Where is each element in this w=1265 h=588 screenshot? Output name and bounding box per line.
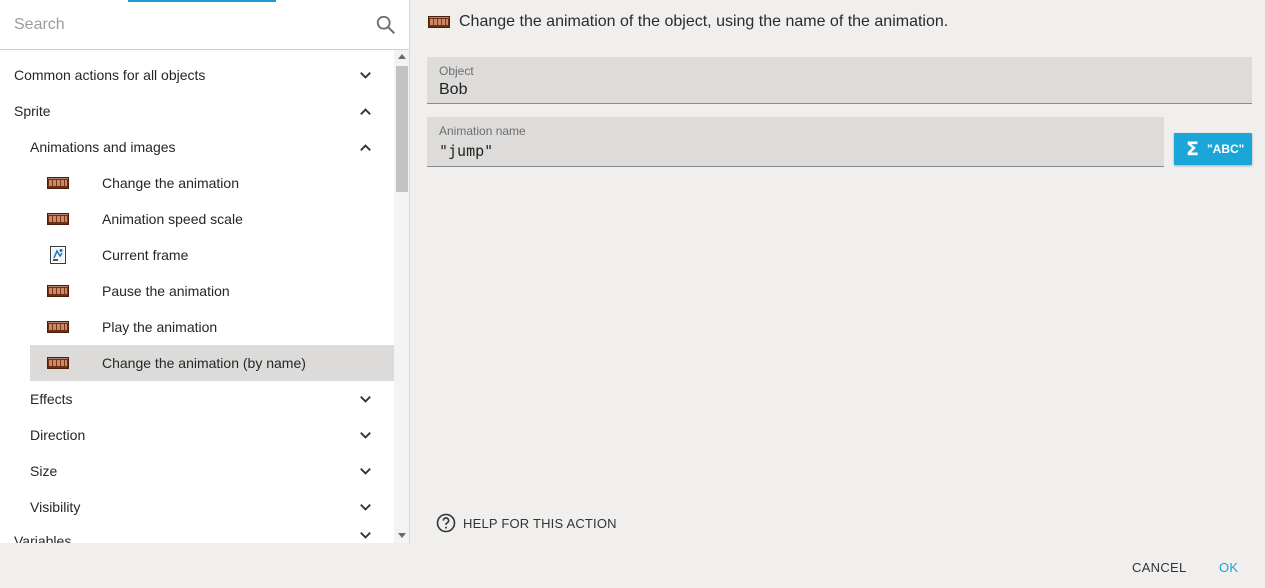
object-field[interactable]: Object Bob bbox=[427, 57, 1252, 104]
tree-group-visibility[interactable]: Visibility bbox=[0, 489, 394, 525]
tree-item-animation-speed-scale[interactable]: Animation speed scale bbox=[0, 201, 394, 237]
chevron-down-icon bbox=[360, 72, 371, 79]
animation-name-value[interactable]: "jump" bbox=[439, 142, 493, 160]
filmstrip-icon bbox=[47, 357, 69, 369]
tree-group-sprite[interactable]: Sprite bbox=[0, 93, 394, 129]
chevron-down-icon bbox=[360, 396, 371, 403]
current-frame-icon bbox=[50, 246, 66, 264]
ok-button[interactable]: OK bbox=[1219, 560, 1238, 575]
tree-group-effects[interactable]: Effects bbox=[0, 381, 394, 417]
animation-name-field[interactable]: Animation name "jump" bbox=[427, 117, 1164, 167]
string-expression-button[interactable]: Σ "ABC" bbox=[1174, 133, 1252, 165]
object-value[interactable]: Bob bbox=[439, 81, 467, 99]
search-icon[interactable] bbox=[375, 14, 397, 36]
tree-group-animations-and-images[interactable]: Animations and images bbox=[0, 129, 394, 165]
scroll-down-arrow-icon[interactable] bbox=[398, 533, 406, 538]
instruction-tree: Common actions for all objects Sprite An… bbox=[0, 57, 394, 543]
search-bar[interactable]: Search bbox=[0, 0, 409, 50]
tree-item-change-animation-by-name[interactable]: Change the animation (by name) bbox=[30, 345, 394, 381]
action-editor-panel: Change the animation of the object, usin… bbox=[411, 0, 1265, 543]
tree-group-common-actions[interactable]: Common actions for all objects bbox=[0, 57, 394, 93]
chevron-down-icon bbox=[360, 432, 371, 439]
filmstrip-icon bbox=[47, 321, 69, 333]
chevron-down-icon bbox=[360, 532, 371, 539]
tree-group-variables[interactable]: Variables bbox=[0, 525, 394, 543]
tree-item-current-frame[interactable]: Current frame bbox=[0, 237, 394, 273]
tree-item-change-animation[interactable]: Change the animation bbox=[0, 165, 394, 201]
dialog-footer: CANCEL OK bbox=[0, 543, 1265, 588]
instruction-list-panel: Search Common actions for all objects Sp… bbox=[0, 0, 410, 543]
chevron-down-icon bbox=[360, 504, 371, 511]
sigma-icon: Σ bbox=[1186, 138, 1199, 160]
chevron-down-icon bbox=[360, 468, 371, 475]
help-button[interactable]: HELP FOR THIS ACTION bbox=[436, 513, 617, 533]
cancel-button[interactable]: CANCEL bbox=[1132, 560, 1187, 575]
filmstrip-icon bbox=[47, 213, 69, 225]
help-circle-icon bbox=[436, 513, 456, 533]
tree-group-direction[interactable]: Direction bbox=[0, 417, 394, 453]
tree-item-pause-animation[interactable]: Pause the animation bbox=[0, 273, 394, 309]
tree-scrollbar[interactable] bbox=[394, 50, 409, 543]
search-input[interactable]: Search bbox=[14, 16, 65, 34]
chevron-up-icon bbox=[360, 108, 371, 115]
scroll-up-arrow-icon[interactable] bbox=[398, 54, 406, 59]
tree-item-play-animation[interactable]: Play the animation bbox=[0, 309, 394, 345]
action-description: Change the animation of the object, usin… bbox=[428, 13, 948, 31]
tree-group-size[interactable]: Size bbox=[0, 453, 394, 489]
filmstrip-icon bbox=[428, 16, 450, 28]
chevron-up-icon bbox=[360, 144, 371, 151]
filmstrip-icon bbox=[47, 285, 69, 297]
scrollbar-thumb[interactable] bbox=[396, 66, 408, 192]
filmstrip-icon bbox=[47, 177, 69, 189]
